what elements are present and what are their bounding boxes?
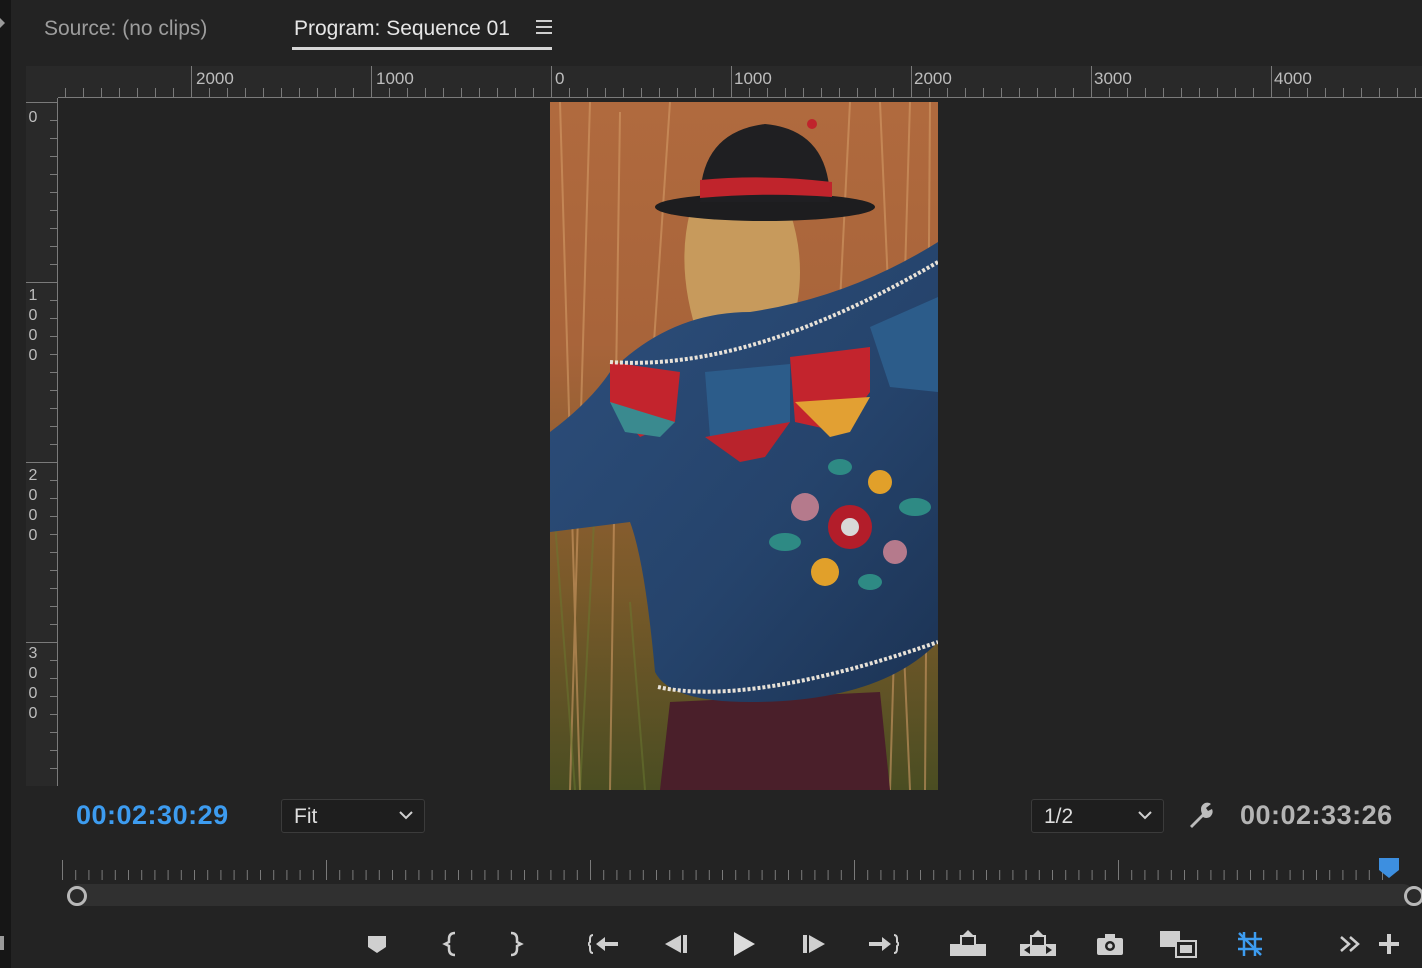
tab-source[interactable]: Source: (no clips) [44, 14, 207, 44]
extract-icon [1020, 930, 1056, 956]
playhead[interactable] [1378, 857, 1400, 879]
lift-icon [950, 930, 986, 956]
mark-out-icon [510, 931, 524, 957]
mark-in-button[interactable] [431, 926, 471, 962]
zoom-level-value: Fit [294, 805, 318, 828]
proxy-icon [1238, 932, 1262, 956]
camera-icon [1097, 934, 1123, 955]
playback-resolution-value: 1/2 [1044, 805, 1074, 828]
step-forward-button[interactable] [795, 926, 835, 962]
tab-program[interactable]: Program: Sequence 01 [294, 14, 510, 44]
sequence-duration-timecode: 00:02:33:26 [1240, 800, 1393, 830]
mark-out-button[interactable] [495, 926, 535, 962]
export-frame-button[interactable] [1090, 926, 1130, 962]
go-to-in-button[interactable] [585, 926, 625, 962]
play-icon [734, 932, 755, 956]
ruler-label: 4000 [1274, 69, 1312, 88]
panel-edge [0, 0, 11, 968]
go-to-out-icon [869, 934, 899, 954]
step-back-icon [665, 935, 687, 953]
ruler-corner [26, 66, 58, 98]
ruler-label: 2000 [28, 467, 38, 544]
ruler-label: 1000 [734, 69, 772, 88]
extract-button[interactable] [1018, 926, 1058, 962]
chevron-down-icon [1138, 811, 1152, 820]
more-buttons-button[interactable] [1330, 926, 1370, 962]
current-timecode[interactable]: 00:02:30:29 [76, 800, 229, 831]
double-chevron-right-icon [1340, 936, 1360, 952]
comparison-view-button[interactable] [1158, 926, 1198, 962]
go-to-out-button[interactable] [862, 926, 902, 962]
zoom-scrollbar[interactable] [68, 884, 1414, 906]
mark-in-icon [442, 931, 456, 957]
wrench-settings-icon[interactable] [1186, 800, 1218, 832]
toggle-proxies-button[interactable] [1230, 926, 1270, 962]
ruler-label: 1000 [28, 287, 38, 364]
go-to-in-icon [588, 934, 618, 954]
active-tab-indicator [292, 47, 552, 50]
chevron-down-icon [399, 811, 413, 820]
ruler-label: 2000 [914, 69, 952, 88]
playback-resolution-select[interactable]: 1/2 [1031, 799, 1164, 833]
ruler-label: 1000 [376, 69, 414, 88]
step-back-button[interactable] [655, 926, 695, 962]
collapse-arrow-icon[interactable] [0, 18, 5, 28]
time-ruler[interactable] [60, 856, 1412, 882]
button-editor-button[interactable] [1369, 926, 1409, 962]
marker-icon [368, 936, 386, 953]
ruler-label: 0 [555, 69, 565, 88]
ruler-label: 2000 [196, 69, 234, 88]
ruler-label: 3000 [28, 645, 38, 722]
ruler-label: 0 [28, 109, 38, 126]
play-button[interactable] [723, 926, 763, 962]
comparison-view-icon [1160, 931, 1197, 958]
step-forward-icon [803, 935, 825, 953]
ruler-horizontal [26, 66, 1422, 98]
scrollbar-handle-right[interactable] [1404, 886, 1422, 906]
plus-icon [1379, 934, 1399, 954]
ruler-horizontal-ticks [26, 66, 1422, 98]
scrollbar-handle-left[interactable] [67, 886, 87, 906]
panel-menu-icon[interactable] [536, 20, 552, 36]
add-marker-button[interactable] [357, 926, 397, 962]
lift-button[interactable] [948, 926, 988, 962]
ruler-label: 3000 [1094, 69, 1132, 88]
video-frame-image [550, 102, 938, 790]
zoom-level-select[interactable]: Fit [281, 799, 425, 833]
program-video-frame[interactable] [550, 102, 938, 790]
edge-marker [0, 936, 4, 950]
